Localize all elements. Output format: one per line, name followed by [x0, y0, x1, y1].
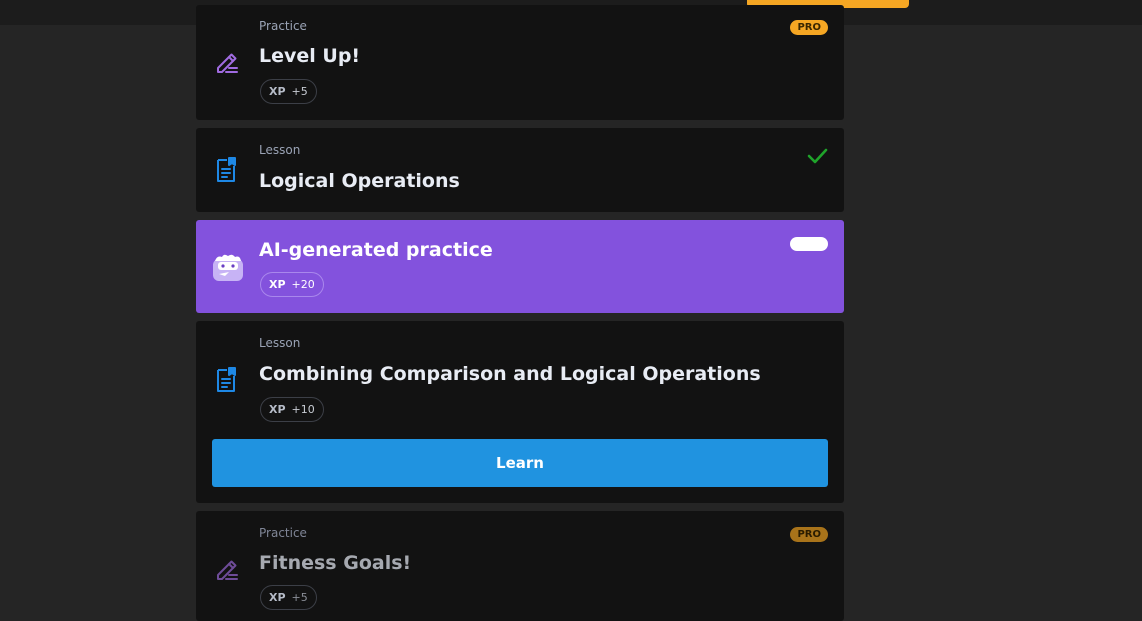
card-kind-label: Lesson — [259, 143, 301, 157]
xp-value: +5 — [291, 85, 308, 98]
xp-label: XP — [269, 278, 286, 291]
xp-badge: XP +10 — [260, 397, 324, 422]
ai-practice-card[interactable]: AI-generated practice XP +20 — [196, 220, 844, 313]
xp-badge: XP +5 — [260, 585, 317, 610]
lesson-card-combining-operations[interactable]: Lesson Combining Comparison and Logical … — [196, 321, 844, 503]
learn-button[interactable]: Learn — [212, 439, 828, 487]
xp-value: +10 — [291, 403, 315, 416]
ai-bot-icon — [211, 251, 245, 285]
xp-label: XP — [269, 403, 286, 416]
pro-badge: PRO — [790, 527, 828, 542]
ai-practice-toggle[interactable] — [790, 237, 828, 251]
lesson-card-fitness-goals[interactable]: Practice PRO Fitness Goals! XP +5 — [196, 511, 844, 621]
xp-badge: XP +5 — [260, 79, 317, 104]
card-kind-label: Practice — [259, 19, 307, 33]
check-icon — [807, 148, 828, 164]
xp-value: +20 — [291, 278, 315, 291]
xp-value: +5 — [291, 591, 308, 604]
card-title: Fitness Goals! — [259, 552, 412, 574]
lesson-card-level-up[interactable]: Practice PRO Level Up! XP +5 — [196, 5, 844, 120]
document-icon — [212, 155, 242, 185]
pencil-lines-icon — [212, 47, 242, 77]
card-title: Combining Comparison and Logical Operati… — [259, 363, 761, 385]
xp-label: XP — [269, 591, 286, 604]
document-icon — [212, 365, 242, 395]
lesson-card-logical-operations[interactable]: Lesson Logical Operations — [196, 128, 844, 212]
card-kind-label: Lesson — [259, 336, 301, 350]
card-title: AI-generated practice — [259, 239, 493, 261]
card-title: Logical Operations — [259, 170, 460, 192]
card-title: Level Up! — [259, 45, 361, 67]
xp-label: XP — [269, 85, 286, 98]
card-kind-label: Practice — [259, 526, 307, 540]
pencil-lines-icon — [212, 554, 242, 584]
xp-badge: XP +20 — [260, 272, 324, 297]
pro-badge: PRO — [790, 20, 828, 35]
